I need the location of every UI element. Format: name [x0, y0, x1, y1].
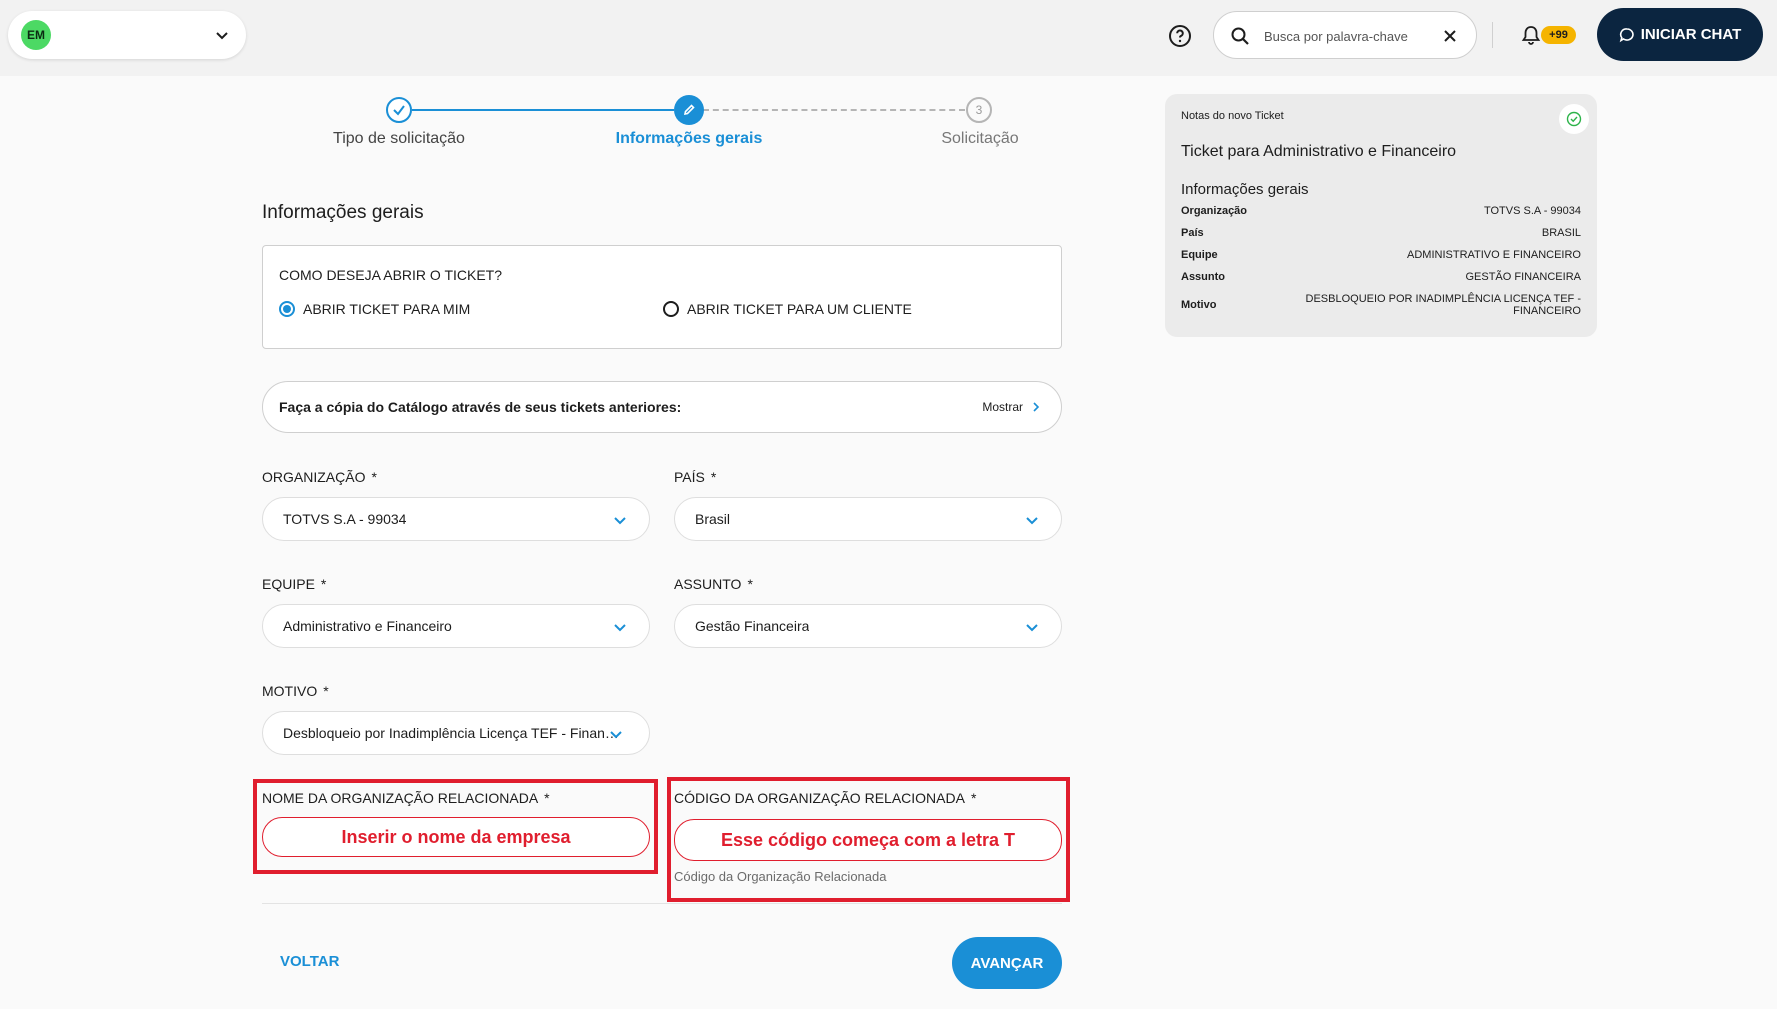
step-3-label: Solicitação — [941, 130, 1019, 147]
avatar: EM — [21, 20, 51, 50]
chevron-down-icon — [1026, 517, 1038, 525]
subject-value: Gestão Financeira — [695, 618, 810, 634]
chat-bubble-icon — [1619, 27, 1634, 42]
chevron-down-icon — [614, 624, 626, 632]
notes-row: Assunto GESTÃO FINANCEIRA — [1181, 271, 1581, 283]
step-2-circle — [674, 95, 704, 125]
subject-select[interactable]: Gestão Financeira — [674, 604, 1062, 648]
help-icon[interactable] — [1168, 24, 1192, 48]
search-box — [1213, 11, 1477, 59]
related-org-code-label: CÓDIGO DA ORGANIZAÇÃO RELACIONADA * — [674, 790, 977, 806]
subject-label: ASSUNTO * — [674, 576, 753, 592]
notes-title: Ticket para Administrativo e Financeiro — [1181, 143, 1457, 160]
search-icon — [1231, 27, 1249, 45]
check-circle-icon — [1559, 104, 1589, 134]
notification-badge: +99 — [1541, 26, 1576, 44]
organization-value: TOTVS S.A - 99034 — [283, 511, 407, 527]
related-org-code-input[interactable]: Esse código começa com a letra T — [674, 819, 1062, 861]
section-title: Informações gerais — [262, 202, 424, 223]
stepper-line-pending — [703, 109, 965, 111]
organization-selector[interactable]: EM — [8, 11, 246, 59]
organization-label: ORGANIZAÇÃO * — [262, 469, 377, 485]
reason-select[interactable]: Desbloqueio por Inadimplência Licença TE… — [262, 711, 650, 755]
ticket-notes-card: Notas do novo Ticket Ticket para Adminis… — [1165, 94, 1597, 337]
divider — [1492, 22, 1493, 48]
step-2-label: Informações gerais — [615, 130, 763, 147]
step-1-circle — [386, 97, 412, 123]
step-1-label: Tipo de solicitação — [333, 130, 465, 147]
notes-subtitle: Informações gerais — [1181, 181, 1309, 198]
chevron-down-icon — [610, 731, 622, 739]
radio-label: ABRIR TICKET PARA MIM — [303, 301, 471, 317]
top-bar: EM +99 INICIAR CHAT — [0, 0, 1777, 76]
chevron-down-icon — [216, 32, 228, 40]
team-label: EQUIPE * — [262, 576, 327, 592]
annotation-text: Esse código começa com a letra T — [720, 829, 1016, 850]
radio-button[interactable] — [663, 301, 679, 317]
related-org-code-helper: Código da Organização Relacionada — [674, 869, 887, 884]
close-icon[interactable] — [1442, 28, 1458, 44]
notes-header: Notas do novo Ticket — [1181, 110, 1284, 122]
related-org-name-input[interactable]: Inserir o nome da empresa — [262, 817, 650, 857]
notes-row: País BRASIL — [1181, 227, 1581, 239]
country-select[interactable]: Brasil — [674, 497, 1062, 541]
show-link[interactable]: Mostrar — [982, 400, 1041, 414]
start-chat-button[interactable]: INICIAR CHAT — [1597, 8, 1763, 61]
notes-row: Equipe ADMINISTRATIVO E FINANCEIRO — [1181, 249, 1581, 261]
chat-button-label: INICIAR CHAT — [1640, 26, 1742, 43]
country-value: Brasil — [695, 511, 731, 527]
search-input[interactable] — [1264, 24, 1424, 48]
annotation-text: Inserir o nome da empresa — [341, 826, 571, 847]
ticket-question: COMO DESEJA ABRIR O TICKET? — [279, 267, 503, 283]
related-org-name-label: NOME DA ORGANIZAÇÃO RELACIONADA * — [262, 790, 550, 806]
stepper-line-done — [412, 109, 674, 111]
team-select[interactable]: Administrativo e Financeiro — [262, 604, 650, 648]
chevron-down-icon — [614, 517, 626, 525]
bell-icon[interactable] — [1520, 24, 1542, 46]
team-value: Administrativo e Financeiro — [283, 618, 452, 634]
next-button[interactable]: AVANÇAR — [952, 937, 1062, 989]
notes-row: Motivo DESBLOQUEIO POR INADIMPLÊNCIA LICE… — [1181, 293, 1581, 317]
reason-label: MOTIVO * — [262, 683, 329, 699]
step-3-circle: 3 — [966, 97, 992, 123]
back-button[interactable]: VOLTAR — [280, 953, 339, 970]
ticket-type-box: COMO DESEJA ABRIR O TICKET? ABRIR TICKET… — [262, 245, 1062, 349]
radio-button-checked[interactable] — [279, 301, 295, 317]
show-link-label: Mostrar — [982, 400, 1023, 414]
form-divider — [262, 903, 1062, 904]
chevron-right-icon — [1033, 402, 1040, 412]
pencil-icon — [683, 104, 695, 116]
catalog-copy-text: Faça a cópia do Catálogo através de seus… — [279, 399, 682, 415]
chevron-down-icon — [1026, 624, 1038, 632]
radio-open-for-me[interactable]: ABRIR TICKET PARA MIM — [279, 301, 470, 317]
reason-value: Desbloqueio por Inadimplência Licença TE… — [283, 725, 619, 741]
radio-label: ABRIR TICKET PARA UM CLIENTE — [687, 301, 912, 317]
organization-select[interactable]: TOTVS S.A - 99034 — [262, 497, 650, 541]
radio-open-for-client[interactable]: ABRIR TICKET PARA UM CLIENTE — [663, 301, 912, 317]
country-label: PAÍS * — [674, 469, 717, 485]
catalog-copy-box: Faça a cópia do Catálogo através de seus… — [262, 381, 1062, 433]
check-icon — [393, 105, 405, 116]
notes-row: Organização TOTVS S.A - 99034 — [1181, 205, 1581, 217]
